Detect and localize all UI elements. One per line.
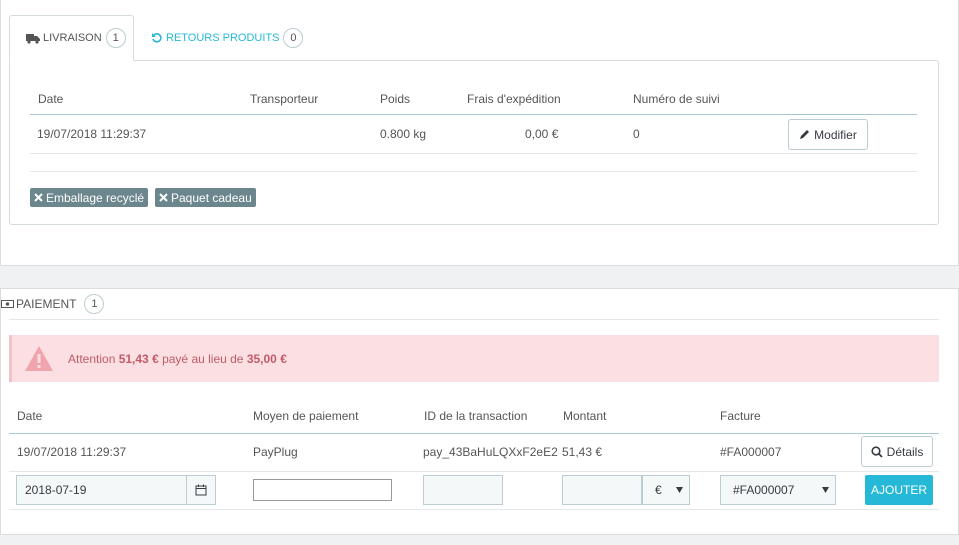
payment-details-button[interactable]: Détails: [861, 436, 933, 467]
currency-select[interactable]: €: [642, 475, 690, 505]
caret-down-icon: [822, 487, 829, 493]
col-payment-method: Moyen de paiement: [253, 409, 359, 423]
col-shipping-cost: Frais d'expédition: [467, 92, 561, 106]
alert-middle: payé au lieu de: [158, 351, 247, 366]
col-transaction-id: ID de la transaction: [424, 409, 528, 423]
shipping-panel: LIVRAISON 1 RETOURS PRODUITS 0 Date Tran…: [0, 0, 959, 266]
invoice-select[interactable]: #FA000007: [720, 475, 836, 505]
tab-returns[interactable]: RETOURS PRODUITS 0: [151, 15, 304, 61]
alert-paid-amount: 51,43 €: [118, 351, 159, 366]
truck-icon: [26, 33, 40, 44]
col-payment-date: Date: [17, 409, 43, 423]
payment-invoice: #FA000007: [720, 445, 782, 459]
tag-label: Emballage recyclé: [46, 190, 145, 205]
shipping-tabs: LIVRAISON 1 RETOURS PRODUITS 0: [9, 15, 939, 61]
payment-details-label: Détails: [886, 444, 924, 459]
payment-method-input[interactable]: [253, 479, 392, 501]
tag-label: Paquet cadeau: [171, 190, 252, 205]
alert-expected-amount: 35,00 €: [246, 351, 287, 366]
payment-warning-text: Attention 51,43 € payé au lieu de 35,00 …: [68, 352, 287, 366]
shipping-weight: 0.800 kg: [380, 127, 427, 141]
shipping-cost: 0,00 €: [525, 127, 559, 141]
payment-header: PAIEMENT 1: [1, 294, 105, 314]
edit-shipping-button[interactable]: Modifier: [788, 119, 868, 150]
payment-amount: 51,43 €: [562, 445, 603, 459]
amount-input[interactable]: [562, 475, 642, 505]
currency-value: €: [655, 483, 662, 497]
tab-delivery-label: LIVRAISON: [43, 32, 102, 44]
payment-row-divider: [9, 471, 939, 472]
close-icon: [34, 193, 43, 202]
undo-icon: [151, 32, 163, 44]
invoice-value: #FA000007: [733, 483, 795, 497]
add-payment-button[interactable]: AJOUTER: [865, 475, 933, 505]
tag-gift-wrap: Paquet cadeau: [155, 188, 256, 207]
tab-delivery[interactable]: LIVRAISON 1: [9, 15, 134, 61]
calendar-icon: [195, 484, 207, 496]
tab-delivery-count: 1: [105, 28, 126, 48]
transaction-id-input[interactable]: [423, 475, 503, 505]
payment-date: 19/07/2018 11:29:37: [17, 445, 127, 459]
col-tracking: Numéro de suivi: [633, 92, 720, 106]
section-divider: [30, 171, 917, 172]
payment-transaction-id: pay_43BaHuLQXxF2eE2: [423, 445, 558, 459]
form-row-divider: [9, 509, 939, 510]
header-divider: [30, 114, 917, 115]
col-date: Date: [38, 92, 64, 106]
payment-count: 1: [84, 294, 105, 314]
row-divider: [30, 153, 917, 154]
shipping-tab-content: Date Transporteur Poids Frais d'expéditi…: [9, 60, 939, 225]
shipping-date: 19/07/2018 11:29:37: [37, 127, 147, 141]
close-icon: [159, 193, 168, 202]
payment-date-input[interactable]: 2018-07-19: [16, 475, 187, 505]
money-icon: [1, 299, 14, 309]
payment-warning-alert: Attention 51,43 € payé au lieu de 35,00 …: [9, 335, 939, 382]
payment-panel: PAIEMENT 1 Attention 51,43 € payé au lie…: [0, 288, 959, 535]
col-carrier: Transporteur: [250, 92, 319, 106]
payment-header-divider: [9, 319, 939, 320]
edit-shipping-label: Modifier: [814, 127, 857, 142]
tag-recycled-packaging: Emballage recyclé: [30, 188, 149, 207]
warning-icon: [24, 344, 54, 374]
col-weight: Poids: [380, 92, 411, 106]
search-icon: [871, 445, 883, 458]
tab-returns-count: 0: [283, 28, 304, 48]
payment-table-header-divider: [9, 433, 939, 434]
alert-prefix: Attention: [68, 351, 119, 366]
calendar-button[interactable]: [186, 475, 216, 505]
payment-method: PayPlug: [253, 445, 298, 459]
col-amount: Montant: [563, 409, 607, 423]
tab-returns-label: RETOURS PRODUITS: [166, 32, 280, 44]
caret-down-icon: [676, 487, 683, 493]
shipping-tracking: 0: [633, 127, 640, 141]
pencil-icon: [799, 129, 810, 140]
col-invoice: Facture: [720, 409, 761, 423]
payment-title: PAIEMENT: [16, 297, 77, 311]
